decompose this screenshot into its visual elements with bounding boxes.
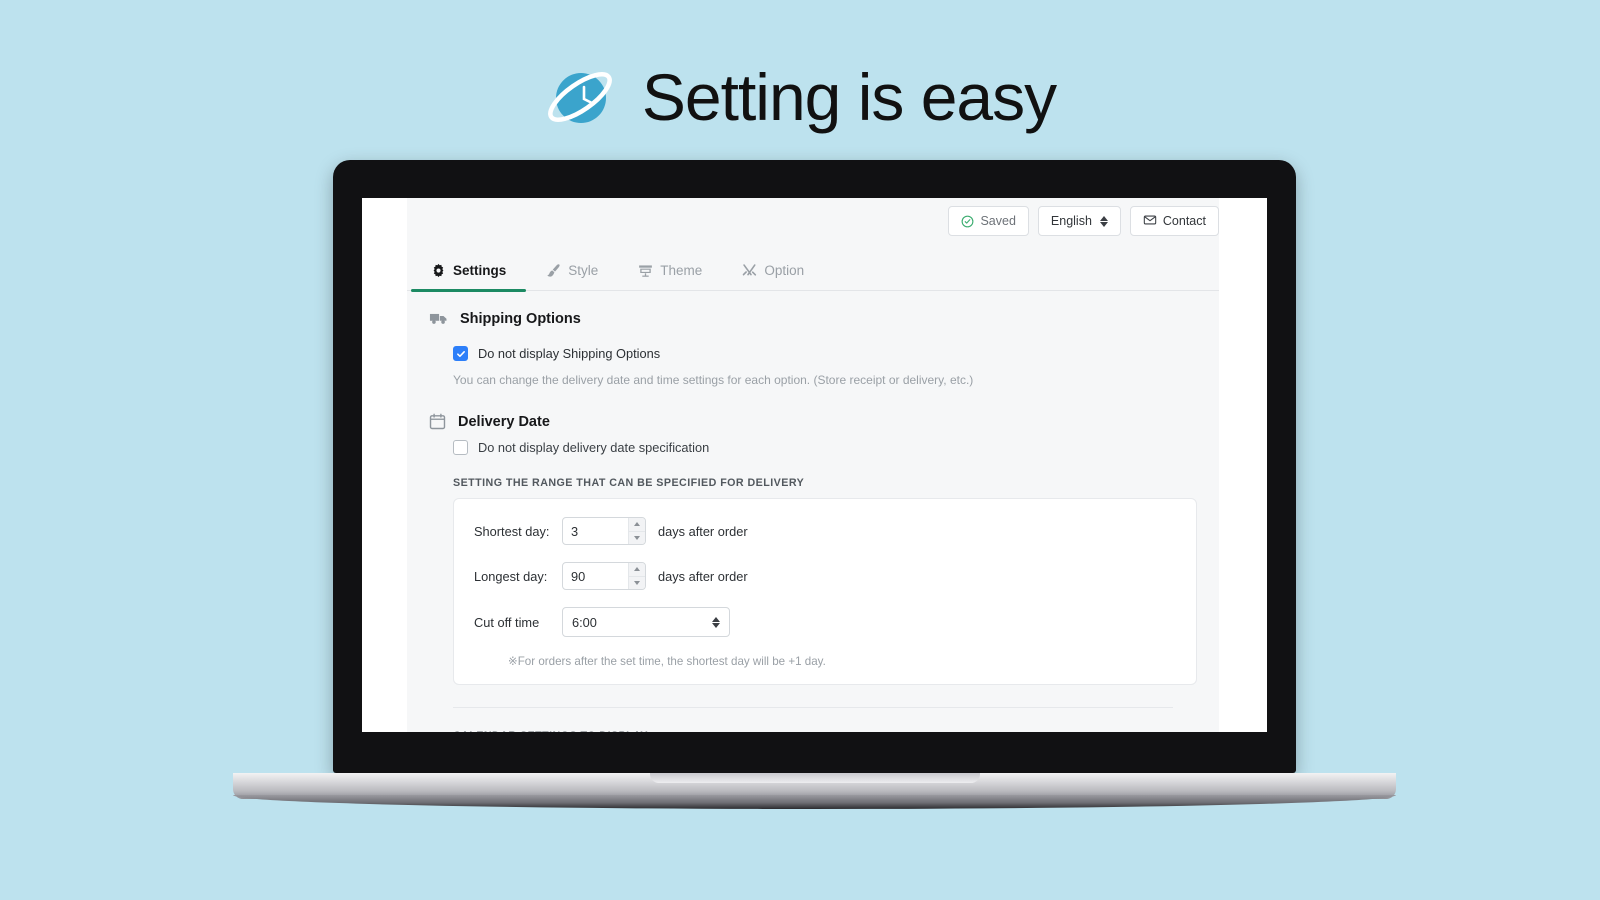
saved-status-badge: Saved xyxy=(948,206,1029,236)
language-value: English xyxy=(1050,214,1092,228)
chevron-updown-icon xyxy=(712,616,720,628)
delivery-hide-checkbox-label: Do not display delivery date specificati… xyxy=(478,440,710,455)
truck-icon xyxy=(429,309,448,328)
delivery-range-caption: SETTING THE RANGE THAT CAN BE SPECIFIED … xyxy=(453,477,805,489)
shortest-day-increment[interactable] xyxy=(629,518,645,532)
longest-day-decrement[interactable] xyxy=(629,576,645,589)
tab-settings[interactable]: Settings xyxy=(411,251,527,292)
tab-bar: Settings Style Theme Option xyxy=(407,251,1219,292)
delivery-date-header: Delivery Date xyxy=(429,413,1197,430)
envelope-icon xyxy=(1143,213,1157,230)
language-select[interactable]: English xyxy=(1037,206,1121,236)
shipping-options-title: Shipping Options xyxy=(460,310,581,327)
longest-day-suffix: days after order xyxy=(658,568,748,584)
longest-day-increment[interactable] xyxy=(629,563,645,577)
shortest-day-spinner[interactable] xyxy=(628,518,645,544)
shortest-day-decrement[interactable] xyxy=(629,531,645,544)
app-topbar: Saved English Contact xyxy=(407,198,1219,251)
shortest-day-stepper[interactable] xyxy=(562,517,646,545)
calendar-settings-caption: CALENDAR SETTINGS TO DISPLAY xyxy=(429,730,1197,732)
longest-day-row: Longest day: days a xyxy=(474,562,1176,590)
shipping-hide-checkbox-row[interactable]: Do not display Shipping Options xyxy=(429,346,1197,361)
tab-option-label: Option xyxy=(764,263,805,278)
delivery-date-section: Delivery Date Do not display delivery da… xyxy=(429,413,1197,685)
contact-label: Contact xyxy=(1162,214,1206,228)
cutoff-time-select[interactable]: 6:00 xyxy=(562,607,730,637)
tools-icon xyxy=(742,263,757,278)
tab-style-label: Style xyxy=(568,263,599,278)
longest-day-stepper[interactable] xyxy=(562,562,646,590)
app-body: Saved English Contact Settings Style The… xyxy=(407,198,1219,732)
laptop-mockup: Saved English Contact Settings Style The… xyxy=(233,160,1396,825)
longest-day-input[interactable] xyxy=(563,563,628,589)
up-down-arrows-icon xyxy=(1099,215,1108,227)
paintbrush-icon xyxy=(546,263,561,278)
shipping-helper-text: You can change the delivery date and tim… xyxy=(453,373,974,387)
cutoff-time-note: ※For orders after the set time, the shor… xyxy=(508,655,826,668)
tab-theme[interactable]: Theme xyxy=(618,251,722,291)
tab-option[interactable]: Option xyxy=(722,251,824,291)
page-root: Setting is easy Saved English Contact Se… xyxy=(0,0,1600,900)
tab-style[interactable]: Style xyxy=(526,251,618,291)
tab-theme-label: Theme xyxy=(660,263,703,278)
laptop-screen: Saved English Contact Settings Style The… xyxy=(362,198,1267,732)
contact-button[interactable]: Contact xyxy=(1129,206,1219,236)
longest-day-spinner[interactable] xyxy=(628,563,645,589)
shipping-options-header: Shipping Options xyxy=(429,309,1197,328)
longest-day-label: Longest day: xyxy=(474,568,548,584)
saved-label: Saved xyxy=(980,214,1016,228)
laptop-foot xyxy=(233,795,1396,809)
cutoff-time-value: 6:00 xyxy=(572,614,597,630)
delivery-hide-checkbox-row[interactable]: Do not display delivery date specificati… xyxy=(429,440,1197,455)
shipping-hide-checkbox-label: Do not display Shipping Options xyxy=(478,346,661,361)
settings-content: Shipping Options Do not display Shipping… xyxy=(407,291,1219,732)
laptop-lid: Saved English Contact Settings Style The… xyxy=(333,160,1296,773)
cutoff-time-label: Cut off time xyxy=(474,614,540,630)
app-left-gutter xyxy=(362,198,407,732)
delivery-date-title: Delivery Date xyxy=(458,413,550,430)
shortest-day-suffix: days after order xyxy=(658,523,748,539)
calendar-icon xyxy=(429,413,446,430)
shipping-hide-checkbox[interactable] xyxy=(453,346,468,361)
storefront-icon xyxy=(638,263,653,278)
gear-icon xyxy=(431,263,446,278)
planet-clock-logo xyxy=(544,61,616,133)
shortest-day-input[interactable] xyxy=(563,518,628,544)
app-window: Saved English Contact Settings Style The… xyxy=(362,198,1267,732)
shortest-day-label: Shortest day: xyxy=(474,523,550,539)
delivery-range-card: Shortest day: days xyxy=(453,498,1197,685)
tab-settings-label: Settings xyxy=(453,263,507,278)
shortest-day-row: Shortest day: days xyxy=(474,517,1176,545)
banner-title: Setting is easy xyxy=(641,60,1057,134)
cutoff-time-row: Cut off time 6:00 xyxy=(474,607,1176,637)
delivery-hide-checkbox[interactable] xyxy=(453,440,468,455)
banner: Setting is easy xyxy=(0,42,1600,152)
circle-check-icon xyxy=(961,215,974,228)
section-divider xyxy=(453,707,1173,708)
